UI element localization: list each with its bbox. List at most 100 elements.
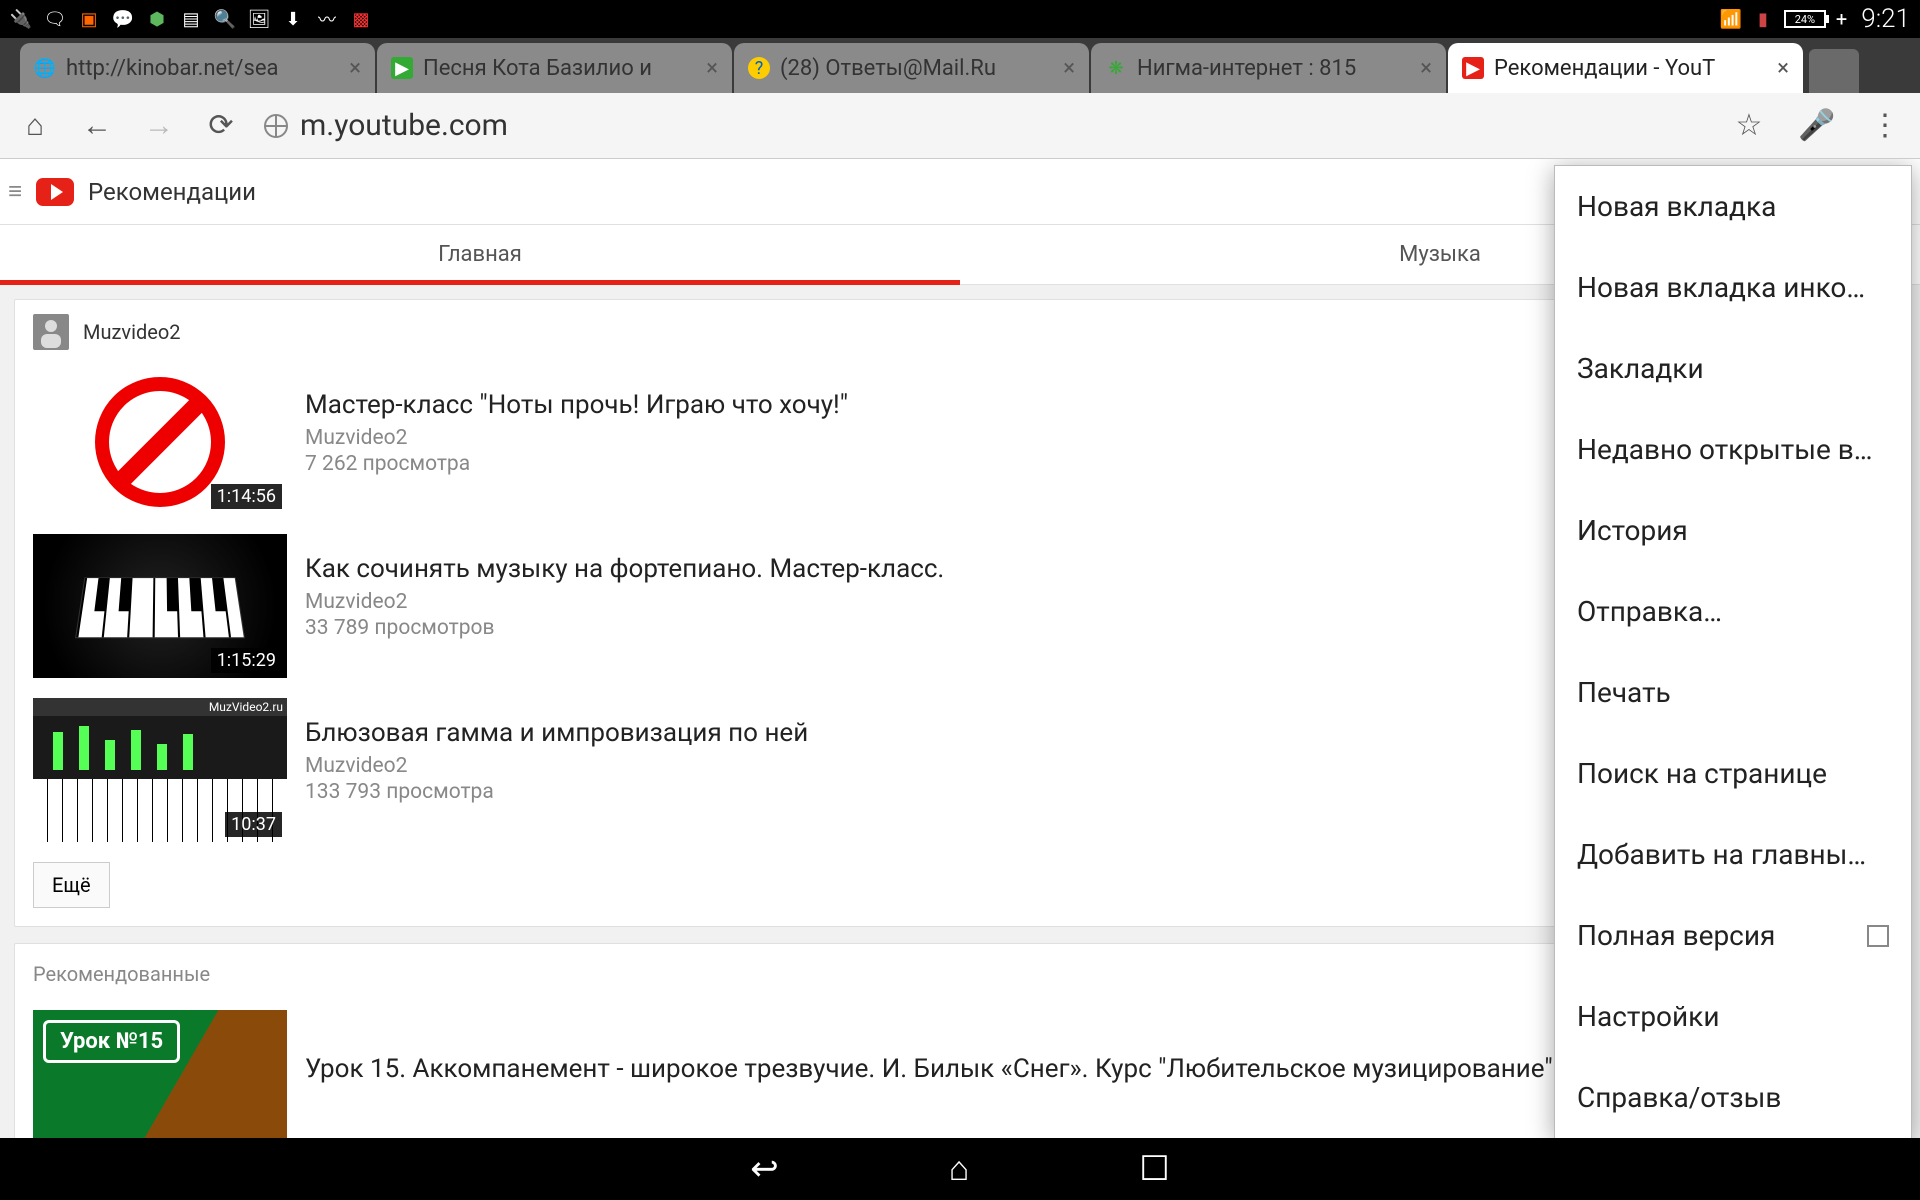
hamburger-icon[interactable]: ≡ [8,177,22,206]
youtube-logo-icon[interactable] [36,178,74,206]
menu-desktop-site[interactable]: Полная версия [1555,895,1911,976]
video-channel: Muzvideo2 [305,754,808,778]
youtube-icon: ▶ [1462,57,1484,79]
menu-icon[interactable]: ⋮ [1866,108,1904,143]
address-bar: ⌂ ← → ⟳ m.youtube.com ☆ 🎤 ⋮ [0,93,1920,159]
menu-add-home[interactable]: Добавить на главны… [1555,814,1911,895]
more-button[interactable]: Ещё [33,862,110,908]
tab-label: Музыка [1399,242,1481,267]
video-duration: 10:37 [225,812,282,837]
chrome-menu-popup: Новая вкладка Новая вкладка инко… Заклад… [1554,165,1912,1138]
video-thumbnail: 1:15:29 [33,534,287,678]
browser-tab-strip: 🌐 http://kinobar.net/sea × ▶ Песня Кота … [0,38,1920,93]
tab-youtube[interactable]: ▶ Рекомендации - YouT × [1448,43,1803,93]
video-views: 7 262 просмотра [305,452,848,476]
tab-title: http://kinobar.net/sea [66,56,339,81]
video-duration: 1:14:56 [211,484,282,509]
close-icon[interactable]: × [1777,56,1789,81]
tab-main[interactable]: Главная [0,225,960,284]
play-icon: ▶ [391,57,413,79]
battery-icon: 24% [1784,10,1826,28]
tab-kinobar[interactable]: 🌐 http://kinobar.net/sea × [20,43,375,93]
tab-bazilio[interactable]: ▶ Песня Кота Базилио и × [377,43,732,93]
addr-right-icons: ☆ 🎤 ⋮ [1730,108,1904,143]
video-info: Как сочинять музыку на фортепиано. Масте… [305,534,944,640]
url-input[interactable]: m.youtube.com [264,108,1706,143]
menu-label: Полная версия [1577,919,1775,952]
tab-nigma[interactable]: ❋ Нигма-интернет : 815 × [1091,43,1446,93]
close-icon[interactable]: × [1420,56,1432,81]
tab-title: Рекомендации - YouT [1494,56,1767,81]
window-icon: ▤ [180,8,202,30]
walkman-icon: 〰 [316,8,338,30]
close-icon[interactable]: × [706,56,718,81]
android-nav-bar: ↩ ⌂ ☐ [0,1138,1920,1200]
url-text: m.youtube.com [300,108,508,143]
avatar [33,314,69,350]
menu-settings[interactable]: Настройки [1555,976,1911,1057]
new-tab-button[interactable] [1809,49,1859,93]
reload-icon[interactable]: ⟳ [202,108,240,143]
video-thumbnail: MuzVideo2.ru 10:37 [33,698,287,842]
video-views: 33 789 просмотров [305,616,944,640]
video-channel: Muzvideo2 [305,590,944,614]
video-duration: 1:15:29 [211,648,282,673]
menu-new-tab[interactable]: Новая вкладка [1555,166,1911,247]
status-left-icons: 🔌 🗨 ▣ 💬 ⬢ ▤ 🔍 🖼 ⬇ 〰 ▩ [10,8,372,30]
menu-share[interactable]: Отправка… [1555,571,1911,652]
notif-icon: 🗨 [44,8,66,30]
download-icon: ⬇ [282,8,304,30]
menu-help[interactable]: Справка/отзыв [1555,1057,1911,1138]
thumb-brand: MuzVideo2.ru [33,698,287,716]
video-channel: Muzvideo2 [305,426,848,450]
page-title: Рекомендации [88,178,256,206]
image-icon: 🖼 [248,8,270,30]
app-icon: ⬢ [146,8,168,30]
search-icon: 🔍 [214,8,236,30]
status-right: 📶 ▮ 24% + 9:21 [1720,4,1910,34]
video-title: Урок 15. Аккомпанемент - широкое трезвуч… [305,1054,1560,1084]
video-thumbnail: 1:14:56 [33,370,287,514]
close-icon[interactable]: × [349,56,361,81]
tab-title: Нигма-интернет : 815 [1137,56,1410,81]
close-icon[interactable]: × [1063,56,1075,81]
clock: 9:21 [1861,4,1910,34]
nigma-icon: ❋ [1105,57,1127,79]
music-app-icon: ▩ [350,8,372,30]
home-softkey-icon[interactable]: ⌂ [949,1149,970,1189]
alert-icon: ▣ [78,8,100,30]
video-title: Мастер-класс "Ноты прочь! Играю что хочу… [305,390,848,420]
back-softkey-icon[interactable]: ↩ [750,1149,779,1189]
menu-history[interactable]: История [1555,490,1911,571]
battery-plus-icon: + [1836,7,1847,31]
video-views: 133 793 просмотра [305,780,808,804]
usb-icon: 🔌 [10,8,32,30]
help-icon: ? [748,57,770,79]
menu-bookmarks[interactable]: Закладки [1555,328,1911,409]
youtube-page: ≡ Рекомендации Главная Музыка Muzvideo2 … [0,159,1920,1138]
video-info: Блюзовая гамма и импровизация по ней Muz… [305,698,808,804]
tab-mailru[interactable]: ? (28) Ответы@Mail.Ru × [734,43,1089,93]
menu-find[interactable]: Поиск на странице [1555,733,1911,814]
tab-title: Песня Кота Базилио и [423,56,696,81]
recent-softkey-icon[interactable]: ☐ [1139,1149,1169,1189]
mic-icon[interactable]: 🎤 [1798,108,1836,143]
battery-percent: 24% [1795,13,1815,26]
home-icon[interactable]: ⌂ [16,108,54,143]
channel-name: Muzvideo2 [83,320,181,344]
menu-print[interactable]: Печать [1555,652,1911,733]
tab-title: (28) Ответы@Mail.Ru [780,56,1053,81]
video-thumbnail: Урок №15 [33,1010,287,1138]
tab-label: Главная [438,242,522,267]
menu-recent[interactable]: Недавно открытые в… [1555,409,1911,490]
video-title: Как сочинять музыку на фортепиано. Масте… [305,554,944,584]
wifi-icon: 📶 [1720,8,1742,30]
android-status-bar: 🔌 🗨 ▣ 💬 ⬢ ▤ 🔍 🖼 ⬇ 〰 ▩ 📶 ▮ 24% + 9:21 [0,0,1920,38]
video-info: Мастер-класс "Ноты прочь! Играю что хочу… [305,370,848,476]
forward-icon[interactable]: → [140,108,178,143]
menu-new-incognito[interactable]: Новая вкладка инко… [1555,247,1911,328]
checkbox-icon[interactable] [1867,925,1889,947]
star-icon[interactable]: ☆ [1730,108,1768,143]
video-title: Блюзовая гамма и импровизация по ней [305,718,808,748]
back-icon[interactable]: ← [78,108,116,143]
